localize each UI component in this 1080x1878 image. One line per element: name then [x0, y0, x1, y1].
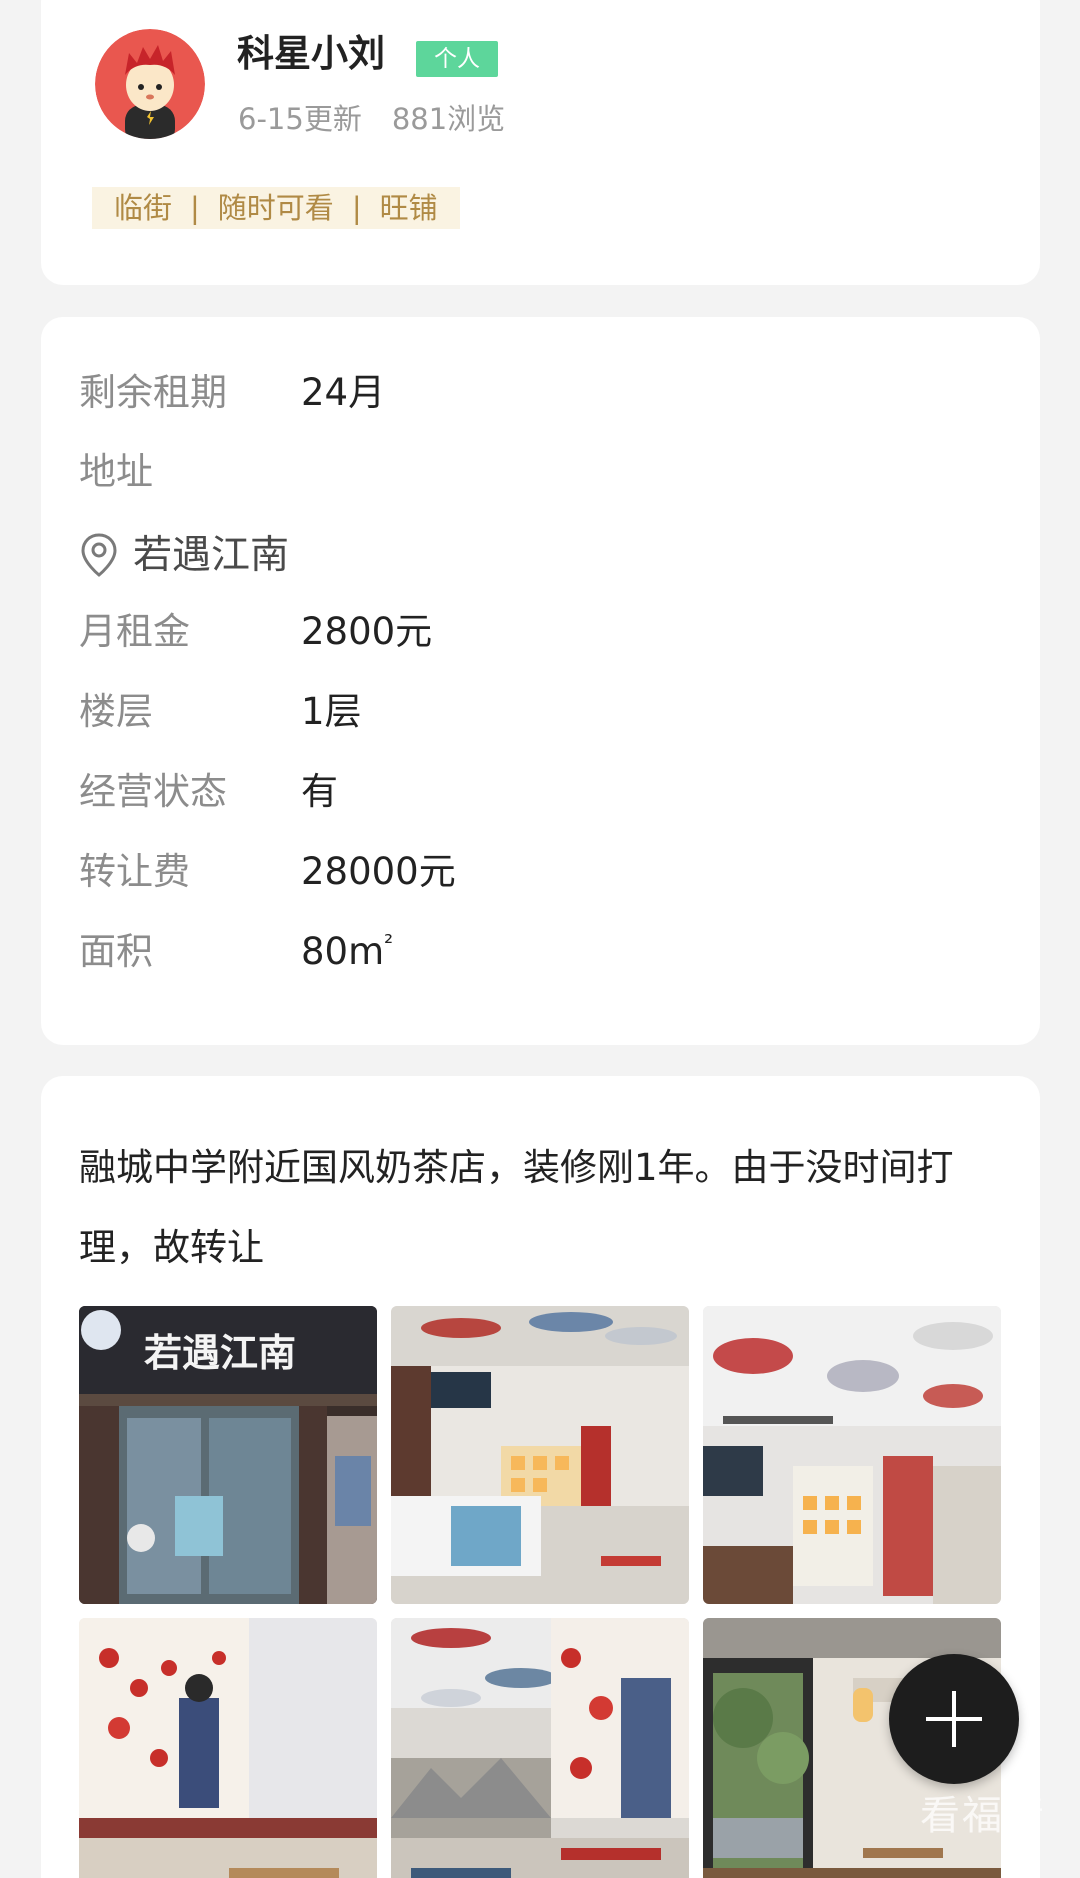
transfer-fee-label: 转让费 — [79, 850, 190, 893]
remaining-lease-row: 剩余租期 24月 — [79, 374, 385, 411]
publisher-card: 科星小刘 个人 6-15更新 881浏览 临街 | 随时可看 | 旺铺 — [41, 0, 1040, 285]
address-link[interactable]: 若遇江南 — [79, 532, 289, 578]
address-label: 地址 — [79, 450, 153, 493]
update-date: 6-15更新 — [238, 102, 362, 136]
view-count: 881浏览 — [391, 102, 506, 136]
rent-label: 月租金 — [79, 610, 190, 653]
floor-label: 楼层 — [79, 690, 153, 733]
photo-interior-mural[interactable] — [79, 1618, 377, 1878]
business-status-row: 经营状态 有 — [79, 773, 338, 810]
tag-street: 临街 — [114, 191, 173, 225]
address-value: 若遇江南 — [133, 532, 290, 578]
business-status-value: 有 — [301, 770, 338, 813]
floor-row: 楼层 1层 — [79, 693, 362, 730]
transfer-fee-row: 转让费 28000元 — [79, 853, 456, 890]
description-text: 融城中学附近国风奶茶店，装修刚1年。由于没时间打理，故转让 — [79, 1146, 954, 1269]
location-pin-icon — [81, 533, 117, 577]
photo-interior-seating[interactable] — [391, 1618, 689, 1878]
remaining-lease-label: 剩余租期 — [79, 371, 227, 414]
watermark: 看福清 — [920, 1793, 1046, 1839]
remaining-lease-value: 24月 — [301, 371, 386, 414]
description-card: 融城中学附近国风奶茶店，装修刚1年。由于没时间打理，故转让 若遇江南 — [41, 1076, 1040, 1878]
page: 科星小刘 个人 6-15更新 881浏览 临街 | 随时可看 | 旺铺 剩余租期 24月 地… — [0, 0, 1080, 1878]
publisher-name: 科星小刘 — [237, 32, 385, 75]
photo-interior-counter[interactable] — [391, 1306, 689, 1604]
area-label: 面积 — [79, 930, 153, 974]
photo-interior-wall[interactable] — [703, 1306, 1001, 1604]
rent-row: 月租金 2800元 — [79, 613, 432, 650]
area-value: 80m² — [301, 930, 394, 974]
business-status-label: 经营状态 — [79, 770, 227, 813]
floor-value: 1层 — [301, 690, 362, 733]
tag-viewable: 随时可看 — [217, 191, 334, 225]
avatar[interactable] — [95, 29, 205, 139]
storefront-sign-text: 若遇江南 — [144, 1330, 296, 1375]
publisher-meta: 6-15更新 881浏览 — [238, 105, 505, 134]
tag-hot-shop: 旺铺 — [379, 191, 438, 225]
address-row: 地址 — [79, 453, 301, 490]
add-fab-button[interactable] — [889, 1654, 1019, 1784]
publisher-type-badge: 个人 — [416, 41, 498, 77]
area-row: 面积 80m² — [79, 933, 393, 970]
feature-tags: 临街 | 随时可看 | 旺铺 — [92, 187, 460, 229]
listing-details-card: 剩余租期 24月 地址 若遇江南 月租金 2800元 楼层 1层 经营状态 有 转让费 2… — [41, 317, 1040, 1045]
transfer-fee-value: 28000元 — [301, 850, 456, 893]
plus-icon — [926, 1691, 982, 1747]
photo-storefront[interactable]: 若遇江南 — [79, 1306, 377, 1604]
rent-value: 2800元 — [301, 610, 433, 653]
